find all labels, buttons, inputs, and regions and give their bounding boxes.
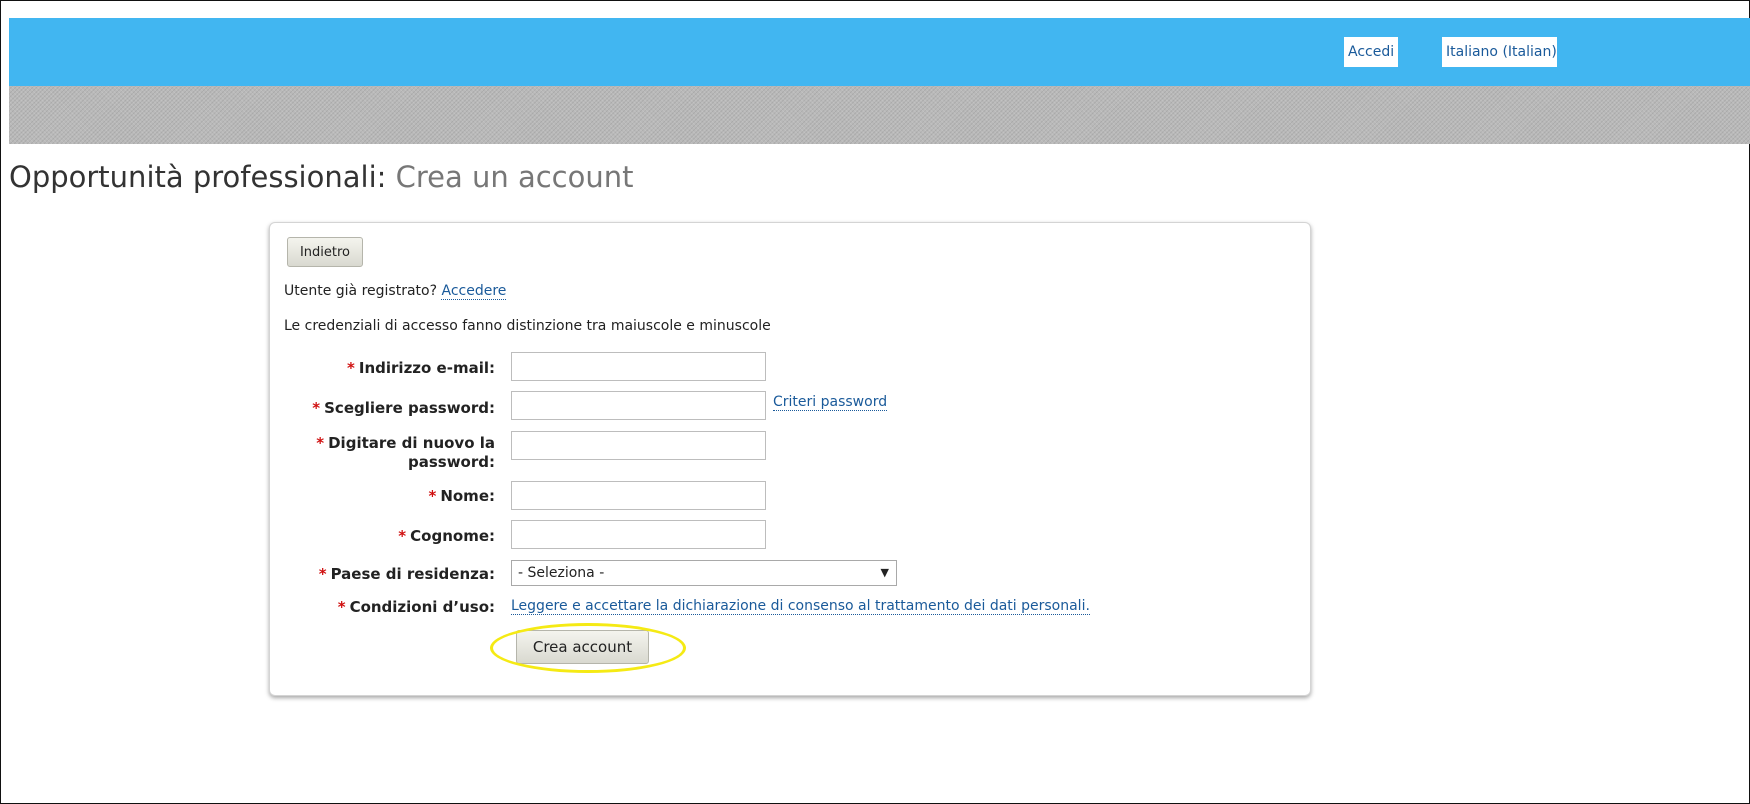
case-sensitive-note: Le credenziali di accesso fanno distinzi… [284,318,771,334]
required-marker: * [316,434,325,452]
required-marker: * [428,487,437,505]
create-account-form: Indietro Utente già registrato? Accedere… [269,222,1311,696]
required-marker: * [318,565,327,583]
country-label: * Paese di residenza: [318,565,495,583]
required-marker: * [312,399,321,417]
email-label: * Indirizzo e-mail: [347,359,495,377]
already-registered-row: Utente già registrato? Accedere [284,283,507,300]
sign-in-link[interactable]: Accedere [441,283,507,300]
required-marker: * [347,359,355,377]
password-criteria-link[interactable]: Criteri password [773,394,888,411]
header-banner [9,86,1750,144]
last-name-field[interactable] [511,520,766,549]
confirm-password-field[interactable] [511,431,766,460]
password-label: * Scegliere password: [312,399,495,417]
confirm-password-label: * Digitare di nuovo la password: [316,434,495,471]
required-marker: * [398,527,407,545]
required-marker: * [337,598,346,616]
email-field[interactable] [511,352,766,381]
terms-label: * Condizioni d’uso: [337,598,495,616]
page-title-main: Opportunità professionali: [9,160,387,194]
back-button[interactable]: Indietro [287,237,363,267]
language-selector[interactable]: Italiano (Italian) [1442,37,1557,67]
already-registered-text: Utente già registrato? [284,283,438,299]
country-select[interactable]: - Seleziona - ▼ [511,560,897,586]
chevron-down-icon: ▼ [880,566,889,579]
login-link[interactable]: Accedi [1344,37,1399,67]
first-name-field[interactable] [511,481,766,510]
top-navigation-bar: Accedi Italiano (Italian) [9,18,1750,86]
page-title-sub: Crea un account [395,160,634,194]
page-title: Opportunità professionali: Crea un accou… [9,160,634,194]
first-name-label: * Nome: [428,487,495,505]
country-select-value: - Seleziona - [518,565,605,581]
highlight-annotation [490,623,686,673]
terms-link[interactable]: Leggere e accettare la dichiarazione di … [511,598,1090,615]
last-name-label: * Cognome: [398,527,495,545]
password-field[interactable] [511,391,766,420]
